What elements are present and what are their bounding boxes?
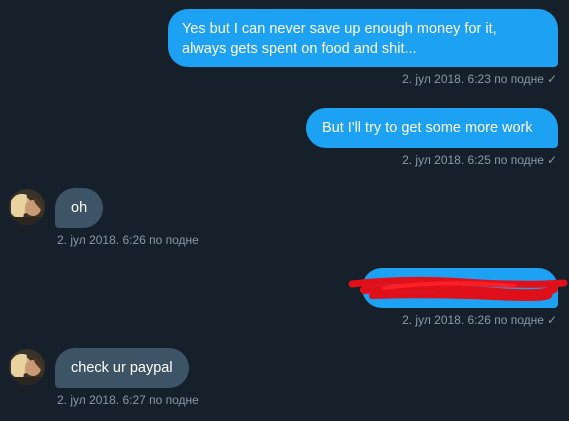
timestamp-text: 2. јул 2018. 6:26 по подне [402, 313, 544, 327]
message-text-line: Yes but I can never save up enough money… [182, 21, 497, 37]
avatar-photo [9, 189, 45, 225]
timestamp-text: 2. јул 2018. 6:25 по подне [402, 153, 544, 167]
avatar-photo [9, 349, 45, 385]
redaction-scribble [348, 276, 568, 301]
timestamp-text: 2. јул 2018. 6:26 по подне [57, 233, 199, 247]
message-text: oh [71, 200, 88, 216]
message-timestamp: 2. јул 2018. 6:26 по подне [57, 233, 199, 247]
message-bubble-incoming[interactable]: oh [55, 188, 103, 228]
message-text-line: always gets spent on food and shit... [182, 41, 417, 57]
message-timestamp: 2. јул 2018. 6:27 по подне [57, 393, 199, 407]
message-timestamp: 2. јул 2018. 6:26 по подне ✓ [402, 313, 557, 327]
message-bubble-incoming[interactable]: check ur paypal [55, 348, 189, 388]
avatar[interactable] [9, 189, 45, 225]
check-icon: ✓ [546, 153, 557, 167]
message-timestamp: 2. јул 2018. 6:25 по подне ✓ [402, 153, 557, 167]
message-text: But I'll try to get some more work [322, 120, 533, 136]
check-icon: ✓ [546, 313, 557, 327]
message-bubble-outgoing[interactable]: But I'll try to get some more work [306, 108, 558, 148]
timestamp-text: 2. јул 2018. 6:23 по подне [402, 72, 544, 86]
message-bubble-outgoing[interactable]: Yes but I can never save up enough money… [168, 9, 558, 67]
message-text: check ur paypal [71, 360, 173, 376]
check-icon: ✓ [546, 72, 557, 86]
timestamp-text: 2. јул 2018. 6:27 по подне [57, 393, 199, 407]
avatar[interactable] [9, 349, 45, 385]
message-timestamp: 2. јул 2018. 6:23 по подне ✓ [402, 72, 557, 86]
